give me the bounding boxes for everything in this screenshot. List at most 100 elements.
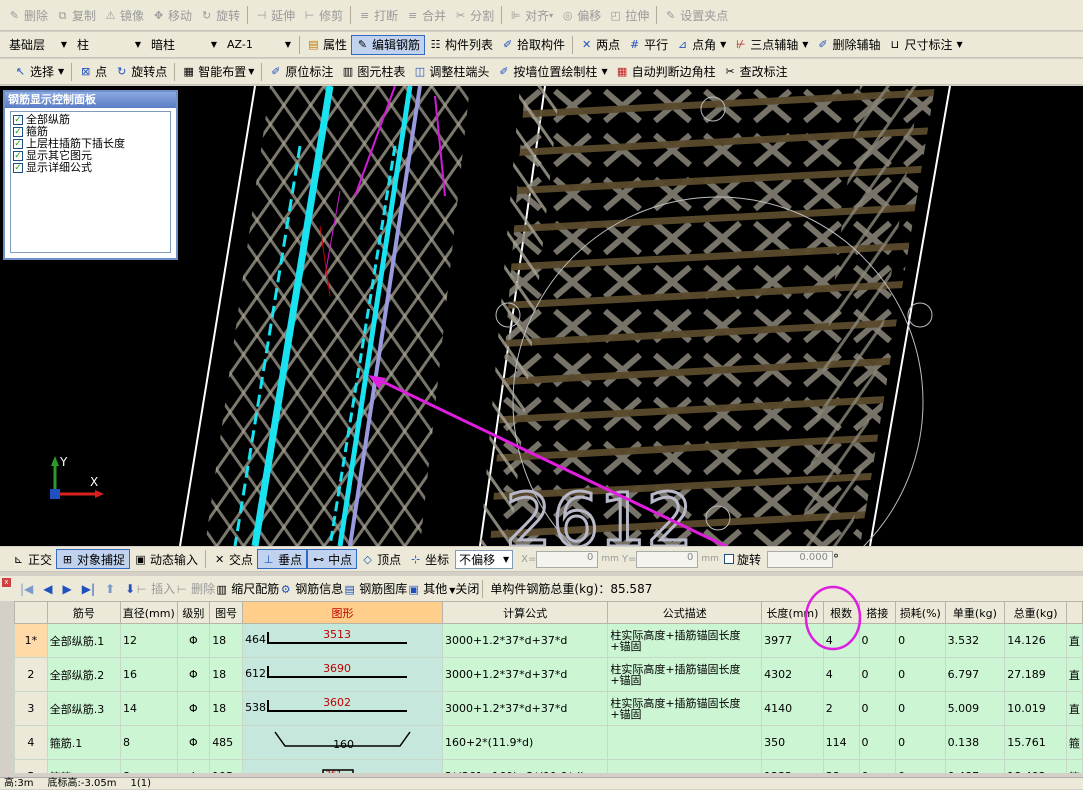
edit-rebar-button[interactable]: ✎ 编辑钢筋: [351, 34, 426, 55]
col-formula[interactable]: 计算公式: [441, 601, 609, 624]
rebar-library-button[interactable]: ▤ 钢筋图库: [343, 580, 408, 597]
loss-cell[interactable]: 0: [895, 725, 946, 760]
formula-cell[interactable]: 2*(361+160)+2*(11.9*d): [441, 759, 609, 773]
bar-name-cell[interactable]: 箍筋.2: [46, 759, 121, 773]
bar-name-cell[interactable]: 全部纵筋.3: [46, 691, 121, 726]
count-cell[interactable]: 114: [822, 725, 860, 760]
grade-cell[interactable]: Φ: [176, 623, 211, 658]
point-angle-button[interactable]: ⊿ 点角 ▼: [672, 35, 730, 55]
pick-component-button[interactable]: ✐ 拾取构件: [497, 35, 569, 55]
col-figure-no[interactable]: 图号: [209, 601, 244, 624]
loss-cell[interactable]: 0: [895, 691, 946, 726]
bar-name-cell[interactable]: 全部纵筋.2: [46, 657, 121, 692]
move-down-icon[interactable]: ⬇: [125, 582, 135, 596]
table-row[interactable]: 5箍筋.28Φ1951603612*(361+160)+2*(11.9*d) 12…: [14, 759, 1083, 773]
col-description[interactable]: 公式描述: [607, 601, 763, 624]
first-record-icon[interactable]: |◀: [20, 582, 33, 596]
move-button[interactable]: ✥ 移动: [148, 5, 196, 25]
figure-no-cell[interactable]: 485: [209, 725, 244, 760]
count-cell[interactable]: 4: [822, 657, 860, 692]
diameter-cell[interactable]: 14: [119, 691, 178, 726]
formula-cell[interactable]: 160+2*(11.9*d): [441, 725, 609, 760]
col-extra[interactable]: [1065, 601, 1083, 624]
point-button[interactable]: ⊠ 点: [75, 62, 111, 82]
table-row[interactable]: 1* 全部纵筋.1 12 Φ 18 464 3513 3000+1.2*37*d+37*d 柱实…: [14, 623, 1083, 658]
type-select[interactable]: 柱 ▼: [74, 35, 144, 54]
unit-weight-cell[interactable]: 6.797: [944, 657, 1006, 692]
auto-corner-button[interactable]: ▦ 自动判断边角柱: [612, 62, 720, 82]
two-point-button[interactable]: ✕ 两点: [576, 35, 624, 55]
stretch-button[interactable]: ◰ 拉伸: [605, 5, 653, 25]
col-bar-no[interactable]: 筋号: [46, 601, 121, 624]
row-number[interactable]: 1*: [14, 623, 48, 658]
next-record-icon[interactable]: ▶: [63, 582, 72, 596]
object-snap-toggle[interactable]: ⊞ 对象捕捉: [56, 549, 131, 569]
close-pane-icon[interactable]: x: [2, 578, 11, 587]
extra-cell[interactable]: 箍: [1065, 725, 1083, 760]
shape-cell[interactable]: 160361: [242, 759, 443, 773]
diameter-cell[interactable]: 8: [119, 759, 178, 773]
draw-by-wall-button[interactable]: ✐ 按墙位置绘制柱 ▼: [493, 62, 611, 82]
total-weight-cell[interactable]: 18.492: [1004, 759, 1067, 773]
description-cell[interactable]: [607, 759, 763, 773]
adjust-column-end-button[interactable]: ◫ 调整柱端头: [409, 62, 493, 82]
grade-cell[interactable]: Φ: [176, 657, 211, 692]
break-button[interactable]: ≡ 打断: [354, 5, 402, 25]
total-weight-cell[interactable]: 10.019: [1004, 691, 1067, 726]
y-input[interactable]: 0: [636, 550, 699, 568]
loss-cell[interactable]: 0: [895, 657, 946, 692]
move-up-icon[interactable]: ⬆: [105, 582, 115, 596]
parallel-button[interactable]: # 平行: [624, 35, 672, 55]
rotate-checkbox[interactable]: [723, 554, 734, 564]
extra-cell[interactable]: 直: [1065, 623, 1083, 658]
col-total-weight[interactable]: 总重(kg): [1004, 601, 1067, 624]
extra-cell[interactable]: 直: [1065, 691, 1083, 726]
mirror-button[interactable]: ⚠ 镜像: [100, 5, 148, 25]
formula-cell[interactable]: 3000+1.2*37*d+37*d: [441, 623, 609, 658]
scale-rebar-button[interactable]: ▥ 缩尺配筋: [215, 580, 279, 597]
length-cell[interactable]: 4302: [761, 657, 824, 692]
midpoint-snap[interactable]: ⊷ 中点: [307, 549, 358, 569]
loss-cell[interactable]: 0: [895, 623, 946, 658]
copy-button[interactable]: ⧉ 复制: [52, 5, 100, 25]
floor-select[interactable]: 基础层 ▼: [6, 35, 70, 54]
col-loss[interactable]: 损耗(%): [895, 601, 946, 624]
x-input[interactable]: 0: [536, 550, 599, 568]
offset-mode-select[interactable]: 不偏移 ▼: [455, 549, 514, 569]
insert-button[interactable]: ⊢ 插入: [135, 580, 175, 597]
description-cell[interactable]: 柱实际高度+插筋锚固长度+锚固: [607, 691, 763, 726]
dynamic-input-toggle[interactable]: ▣ 动态输入: [130, 549, 202, 569]
length-cell[interactable]: 4140: [761, 691, 824, 726]
component-list-button[interactable]: ☷ 构件列表: [425, 35, 497, 55]
delete-row-button[interactable]: ⊢ 删除: [175, 580, 215, 597]
shape-cell[interactable]: 612 3690: [242, 657, 443, 692]
ortho-toggle[interactable]: ⊾ 正交: [8, 549, 56, 569]
prev-record-icon[interactable]: ◀: [43, 582, 52, 596]
row-number[interactable]: 4: [14, 725, 48, 760]
smart-layout-button[interactable]: ▦ 智能布置 ▼: [178, 62, 258, 82]
dimension-button[interactable]: ⊔ 尺寸标注 ▼: [884, 35, 966, 55]
shape-cell[interactable]: 464 3513: [242, 623, 443, 658]
lap-cell[interactable]: 0: [858, 759, 897, 773]
figure-no-cell[interactable]: 18: [209, 623, 244, 658]
option-detailed-formula[interactable]: ✓ 显示详细公式: [13, 162, 168, 174]
perpendicular-snap[interactable]: ⊥ 垂点: [257, 549, 308, 569]
column-table-button[interactable]: ▥ 图元柱表: [337, 62, 409, 82]
figure-no-cell[interactable]: 195: [209, 759, 244, 773]
loss-cell[interactable]: 0: [895, 759, 946, 773]
unit-weight-cell[interactable]: 5.009: [944, 691, 1006, 726]
close-button[interactable]: 关闭: [455, 580, 479, 597]
count-cell[interactable]: 38: [822, 759, 860, 773]
grade-cell[interactable]: Φ: [176, 725, 211, 760]
table-row[interactable]: 3 全部纵筋.3 14 Φ 18 538 3602 3000+1.2*37*d+37*d 柱实际…: [14, 691, 1083, 726]
offset-button[interactable]: ◎ 偏移: [557, 5, 605, 25]
bar-name-cell[interactable]: 全部纵筋.1: [46, 623, 121, 658]
length-cell[interactable]: 350: [761, 725, 824, 760]
unit-weight-cell[interactable]: 3.532: [944, 623, 1006, 658]
extend-button[interactable]: ⊣ 延伸: [251, 5, 299, 25]
delete-axis-button[interactable]: ✐ 删除辅轴: [812, 35, 884, 55]
rotate-input[interactable]: 0.000: [766, 550, 833, 568]
component-select[interactable]: AZ-1 ▼: [224, 35, 294, 54]
lap-cell[interactable]: 0: [858, 657, 897, 692]
properties-button[interactable]: ▤ 属性: [303, 35, 351, 55]
